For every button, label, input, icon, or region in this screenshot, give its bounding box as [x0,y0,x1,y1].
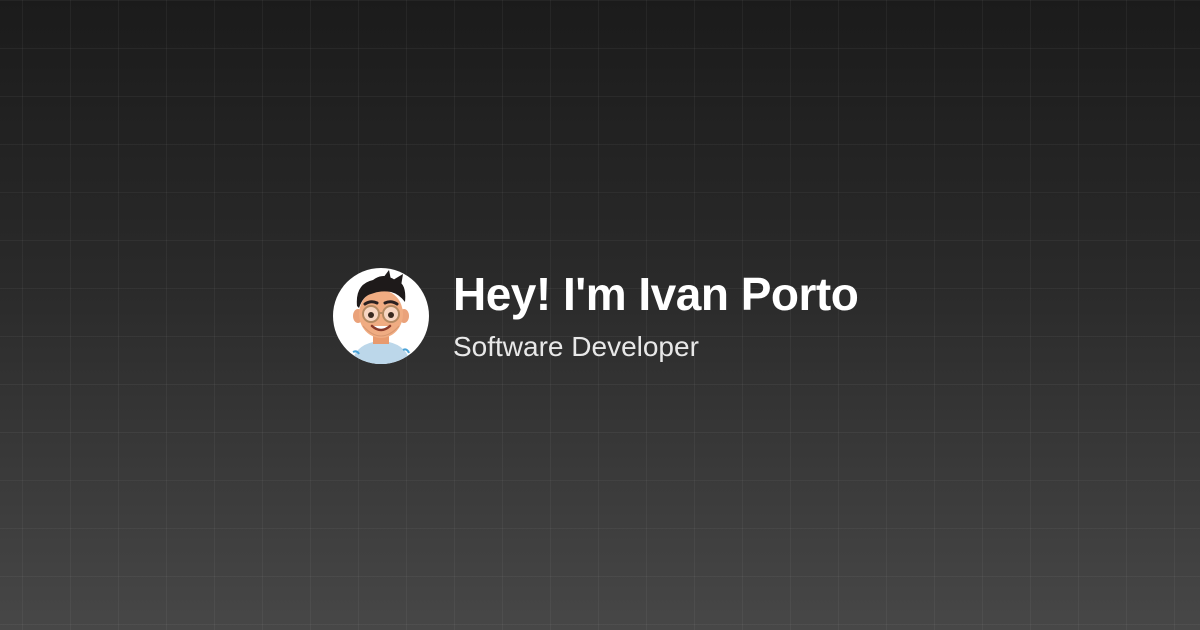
memoji-avatar-icon [351,270,411,364]
job-title: Software Developer [453,331,699,362]
profile-card: Hey! I'm Ivan Porto Software Developer [333,267,859,365]
page-title: Hey! I'm Ivan Porto [453,268,859,320]
avatar [333,268,429,364]
profile-text: Hey! I'm Ivan Porto Software Developer [453,267,859,365]
